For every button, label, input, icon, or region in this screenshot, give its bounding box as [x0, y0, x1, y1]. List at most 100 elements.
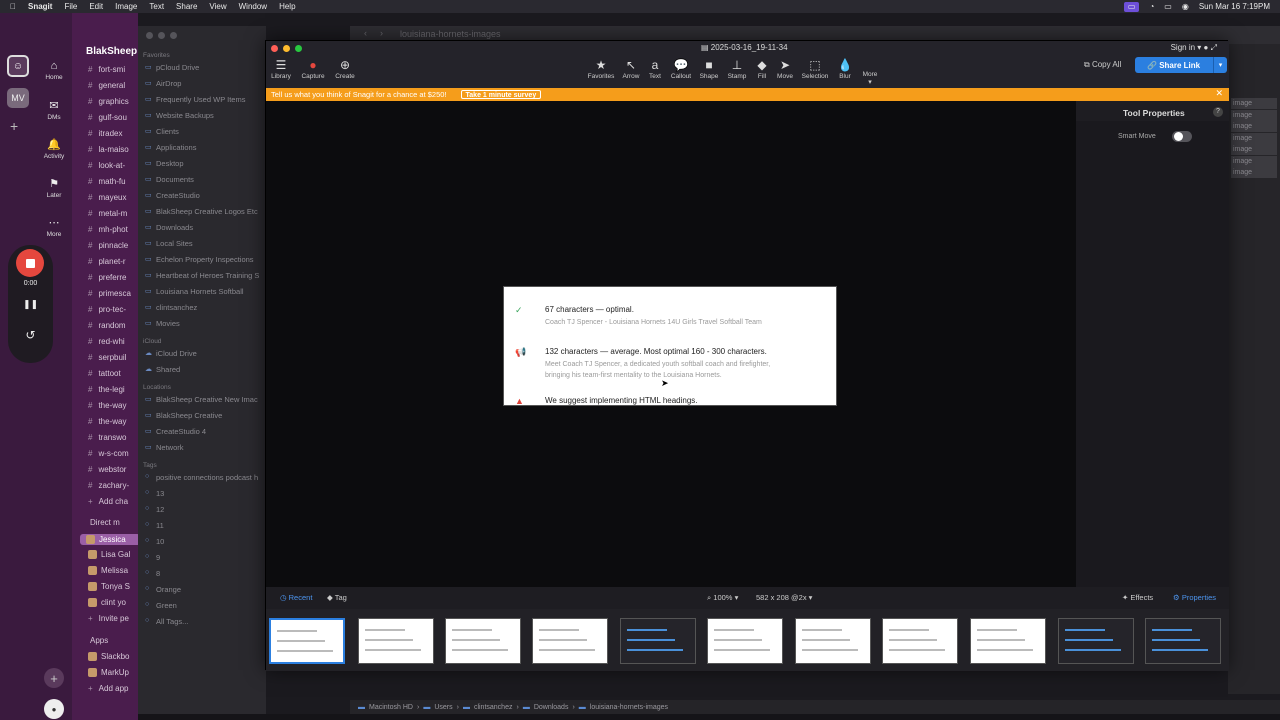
- capture-thumbnail[interactable]: [620, 618, 696, 664]
- channel-item[interactable]: # transwo: [88, 433, 126, 442]
- file-name[interactable]: image: [1231, 155, 1277, 167]
- channel-item[interactable]: # the-way: [88, 417, 126, 426]
- channel-item[interactable]: # preferre: [88, 273, 126, 282]
- finder-sidebar-item[interactable]: ▭ BlakSheep Creative: [145, 411, 222, 420]
- workspace-logo-icon[interactable]: ☺: [7, 55, 29, 77]
- tool-capture[interactable]: ● Capture: [297, 57, 329, 80]
- tag-tab[interactable]: ◆ Tag: [327, 593, 347, 602]
- channel-item[interactable]: # red-whi: [88, 337, 125, 346]
- dm-item[interactable]: Jessica: [80, 534, 138, 546]
- menu-help[interactable]: Help: [279, 2, 295, 11]
- finder-sidebar-item[interactable]: ○ 11: [145, 521, 164, 530]
- file-name[interactable]: image: [1231, 109, 1277, 121]
- screen-record-icon[interactable]: ▭: [1123, 1, 1140, 12]
- finder-sidebar-item[interactable]: ▭ BlakSheep Creative Logos Etc: [145, 207, 258, 216]
- channel-item[interactable]: # pro-tec-: [88, 305, 126, 314]
- channel-item[interactable]: # planet-r: [88, 257, 126, 266]
- channel-item[interactable]: # primesca: [88, 289, 131, 298]
- menu-image[interactable]: Image: [115, 2, 137, 11]
- tool-create[interactable]: ⊕ Create: [329, 57, 361, 80]
- rail-activity[interactable]: 🔔 Activity: [38, 138, 70, 160]
- tool-move[interactable]: ➤ Move: [769, 57, 801, 80]
- finder-sidebar-item[interactable]: ▭ pCloud Drive: [145, 63, 199, 72]
- tool-selection[interactable]: ⬚ Selection: [799, 57, 831, 80]
- channel-item[interactable]: # math-fu: [88, 177, 126, 186]
- menu-text[interactable]: Text: [149, 2, 164, 11]
- copy-all-button[interactable]: ⧉ Copy All: [1084, 60, 1121, 70]
- wifi-icon[interactable]: ◔: [1149, 2, 1154, 11]
- finder-sidebar-item[interactable]: ▭ Echelon Property Inspections: [145, 255, 254, 264]
- forward-icon[interactable]: ›: [380, 28, 383, 38]
- close-window-icon[interactable]: [271, 45, 278, 52]
- channel-item[interactable]: # serpbuil: [88, 353, 126, 362]
- rail-more[interactable]: ⋯ More: [38, 216, 70, 238]
- finder-sidebar-item[interactable]: ○ 13: [145, 489, 164, 498]
- user-avatar[interactable]: ●: [44, 699, 64, 719]
- channel-item[interactable]: # webstor: [88, 465, 126, 474]
- finder-sidebar-item[interactable]: ○ Green: [145, 601, 177, 610]
- apps-header[interactable]: Apps: [90, 636, 108, 645]
- channel-item[interactable]: # mayeux: [88, 193, 126, 202]
- finder-sidebar-item[interactable]: ▭ CreateStudio 4: [145, 427, 206, 436]
- properties-button[interactable]: ⚙ Properties: [1173, 593, 1216, 602]
- finder-sidebar-item[interactable]: ☁ Shared: [145, 365, 180, 374]
- back-icon[interactable]: ‹: [364, 28, 367, 38]
- path-item[interactable]: louisiana-hornets-images: [590, 704, 668, 711]
- finder-sidebar-item[interactable]: ▭ Frequently Used WP Items: [145, 95, 245, 104]
- captured-image[interactable]: ✓ 67 characters — optimal. Coach TJ Spence…: [503, 286, 837, 406]
- effects-button[interactable]: ✦ Effects: [1122, 593, 1153, 602]
- dm-item[interactable]: Lisa Gal: [88, 550, 130, 560]
- app-item[interactable]: MarkUp: [88, 668, 129, 678]
- snagit-traffic-lights[interactable]: [271, 45, 302, 52]
- stop-record-button[interactable]: [16, 249, 44, 277]
- share-link-button[interactable]: 🔗 Share Link ▾: [1135, 57, 1227, 73]
- finder-sidebar-item[interactable]: ○ 10: [145, 537, 164, 546]
- editor-canvas[interactable]: ✓ 67 characters — optimal. Coach TJ Spence…: [266, 101, 1076, 587]
- file-name[interactable]: image: [1231, 167, 1277, 178]
- capture-thumbnail[interactable]: [882, 618, 958, 664]
- expand-icon[interactable]: ⤢: [1211, 43, 1217, 52]
- minimize-window-icon[interactable]: [283, 45, 290, 52]
- finder-sidebar-item[interactable]: ○ 8: [145, 569, 160, 578]
- file-name[interactable]: image: [1231, 132, 1277, 144]
- dm-item[interactable]: Melissa: [88, 566, 128, 576]
- app-item[interactable]: Slackbo: [88, 652, 129, 662]
- channel-item[interactable]: # metal-m: [88, 209, 127, 218]
- sign-in-button[interactable]: Sign in ▾ ● ⤢: [1171, 43, 1217, 53]
- finder-sidebar-item[interactable]: ▭ Movies: [145, 319, 180, 328]
- path-item[interactable]: Users: [434, 704, 452, 711]
- capture-thumbnail[interactable]: [1058, 618, 1134, 664]
- rail-dms[interactable]: ✉ DMs: [38, 99, 70, 121]
- add-channel-button[interactable]: + Add cha: [88, 497, 128, 506]
- help-icon[interactable]: ?: [1213, 107, 1223, 117]
- channel-item[interactable]: # w-s-com: [88, 449, 129, 458]
- channel-item[interactable]: # the-way: [88, 401, 126, 410]
- menu-view[interactable]: View: [209, 2, 226, 11]
- channel-item[interactable]: # zachary-: [88, 481, 129, 490]
- finder-sidebar-item[interactable]: ▭ Website Backups: [145, 111, 214, 120]
- apple-icon[interactable]: : [10, 2, 16, 11]
- direct-messages-header[interactable]: Direct m: [90, 518, 120, 527]
- menu-file[interactable]: File: [64, 2, 77, 11]
- menu-window[interactable]: Window: [239, 2, 267, 11]
- finder-sidebar-item[interactable]: ▭ CreateStudio: [145, 191, 200, 200]
- invite-button[interactable]: + Invite pe: [88, 614, 129, 623]
- channel-item[interactable]: # random: [88, 321, 126, 330]
- pause-icon[interactable]: ❚❚: [8, 299, 53, 310]
- capture-thumbnail[interactable]: [1145, 618, 1221, 664]
- image-dimensions[interactable]: 582 x 208 @2x ▾: [756, 593, 812, 602]
- channel-item[interactable]: # general: [88, 81, 125, 90]
- zoom-window-icon[interactable]: [295, 45, 302, 52]
- capture-thumbnail[interactable]: [532, 618, 608, 664]
- smart-move-toggle[interactable]: [1172, 131, 1192, 142]
- finder-sidebar-item[interactable]: ☁ iCloud Drive: [145, 349, 197, 358]
- finder-sidebar-item[interactable]: ▭ Documents: [145, 175, 194, 184]
- survey-button[interactable]: Take 1 minute survey: [460, 90, 542, 99]
- help-icon[interactable]: ●: [1204, 43, 1209, 52]
- channel-item[interactable]: # gulf-sou: [88, 113, 127, 122]
- battery-icon[interactable]: ▭: [1164, 2, 1172, 11]
- capture-thumbnail[interactable]: [269, 618, 345, 664]
- finder-sidebar-item[interactable]: ▭ Local Sites: [145, 239, 193, 248]
- path-item[interactable]: Downloads: [534, 704, 569, 711]
- clock[interactable]: Sun Mar 16 7:19PM: [1199, 2, 1270, 11]
